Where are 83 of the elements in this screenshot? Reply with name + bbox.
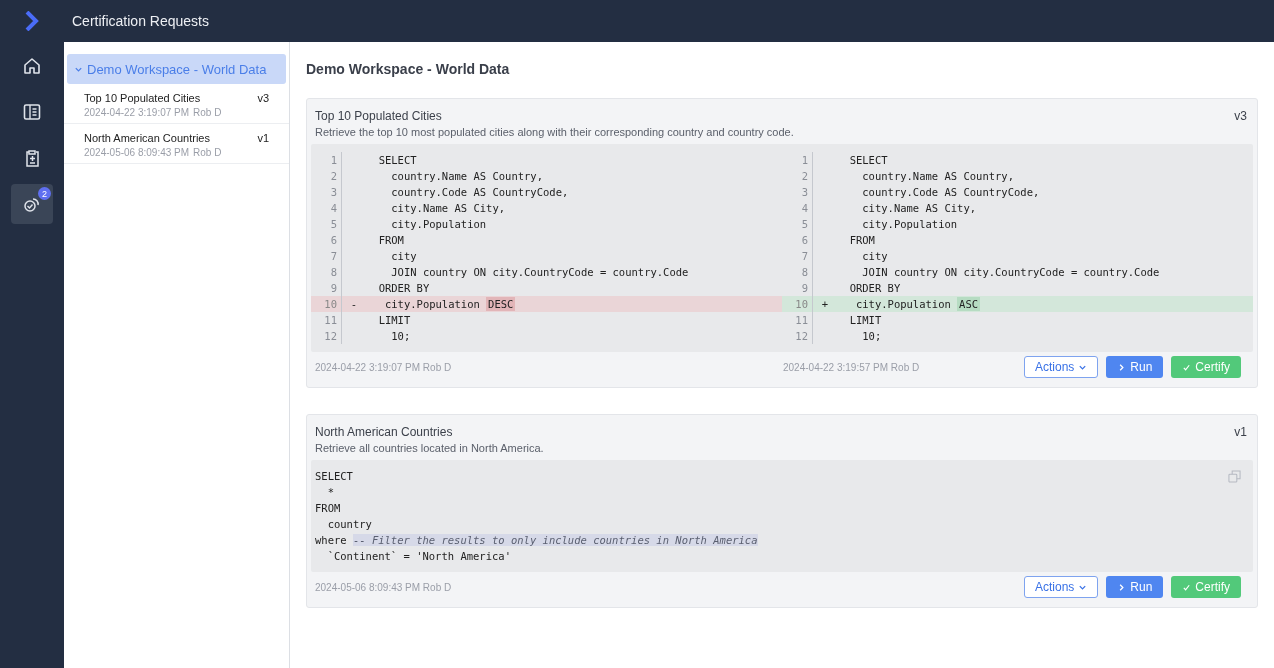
check-icon — [1182, 362, 1192, 372]
code-line: city.Population — [861, 218, 958, 230]
line-number: 5 — [782, 216, 813, 232]
version-label: v1 — [1234, 425, 1247, 439]
line-number: 2 — [311, 168, 342, 184]
page-title: Certification Requests — [72, 13, 209, 29]
book-icon — [22, 102, 42, 122]
request-description: Retrieve all countries located in North America. — [315, 442, 545, 454]
code-line: where -- Filter the results to only include countries in North America — [315, 533, 758, 548]
request-description: Retrieve the top 10 most populated cities along with their corresponding country and country code. — [315, 126, 795, 138]
line-number: 10 — [311, 296, 342, 312]
code-line: SELECT — [377, 154, 417, 166]
check-icon — [1182, 582, 1192, 592]
code-line: JOIN country ON city.CountryCode = country.Code — [390, 266, 689, 278]
code-line: * — [326, 485, 334, 500]
count-badge: 2 — [38, 187, 51, 200]
line-number: 8 — [782, 264, 813, 280]
code-line: JOIN country ON city.CountryCode = country.Code — [861, 266, 1160, 278]
request-title: North American Countries — [315, 425, 453, 439]
line-number: 3 — [782, 184, 813, 200]
home-icon — [22, 56, 42, 76]
line-number: 6 — [311, 232, 342, 248]
line-number: 4 — [782, 200, 813, 216]
code-line: LIMIT — [848, 314, 882, 326]
line-number: 7 — [311, 248, 342, 264]
line-number: 1 — [782, 152, 813, 168]
code-line: FROM — [377, 234, 404, 246]
certify-button[interactable]: Certify — [1171, 576, 1241, 598]
diff-marker: + — [821, 298, 829, 310]
code-line: FROM — [315, 501, 341, 516]
version-timestamp: 2024-04-22 3:19:07 PM Rob D — [315, 361, 453, 373]
code-line: LIMIT — [377, 314, 411, 326]
workspace-title: Demo Workspace - World Data — [306, 61, 511, 77]
line-number: 11 — [311, 312, 342, 328]
code-line: country — [326, 517, 372, 532]
actions-button[interactable]: Actions — [1023, 356, 1099, 378]
line-number: 4 — [311, 200, 342, 216]
code-line: city.Population DESC — [383, 298, 516, 310]
run-button[interactable]: Run — [1106, 356, 1164, 378]
line-number: 12 — [311, 328, 342, 344]
line-number: 5 — [311, 216, 342, 232]
line-number: 7 — [782, 248, 813, 264]
code-line: city.Population ASC — [854, 298, 981, 310]
code-line: 10; — [390, 330, 411, 342]
code-line: country.Code AS CountryCode, — [861, 186, 1040, 198]
version-timestamp: 2024-05-06 8:09:43 PM Rob D — [315, 581, 452, 593]
code-line: city — [861, 250, 888, 262]
actions-button[interactable]: Actions — [1023, 576, 1099, 598]
line-number: 3 — [311, 184, 342, 200]
code-line: SELECT — [315, 469, 353, 484]
line-number: 11 — [782, 312, 813, 328]
code-line: `Continent` = 'North America' — [326, 549, 511, 564]
line-number: 6 — [782, 232, 813, 248]
code-line: city.Name AS City, — [861, 202, 977, 214]
certify-button[interactable]: Certify — [1171, 356, 1241, 378]
request-title: Top 10 Populated Cities — [315, 109, 442, 123]
code-line: ORDER BY — [377, 282, 430, 294]
workspace-item[interactable]: Demo Workspace - World Data — [67, 54, 286, 84]
code-line: 10; — [861, 330, 882, 342]
version-timestamp: 2024-04-22 3:19:57 PM Rob D — [783, 361, 920, 373]
request-item[interactable]: Top 10 Populated Cities v3 2024-04-22 3:19:07 PM Rob D — [64, 84, 289, 124]
chevron-right-icon — [1117, 362, 1127, 372]
request-item[interactable]: North American Countries v1 2024-05-06 8:09:43 PM Rob D — [64, 124, 289, 164]
nav-button[interactable]: 2 — [11, 184, 53, 224]
run-button[interactable]: Run — [1106, 576, 1164, 598]
code-line: city.Name AS City, — [390, 202, 506, 214]
chevron-right-icon — [1117, 582, 1127, 592]
code-line: city.Population — [390, 218, 487, 230]
line-number: 8 — [311, 264, 342, 280]
logo-icon — [25, 11, 39, 31]
code-line: FROM — [848, 234, 875, 246]
code-line: country.Name AS Country, — [390, 170, 543, 182]
code-line: country.Code AS CountryCode, — [390, 186, 569, 198]
code-line: SELECT — [848, 154, 888, 166]
line-number: 2 — [782, 168, 813, 184]
line-number: 10 — [782, 296, 813, 312]
code-line: ORDER BY — [848, 282, 901, 294]
diff-marker: - — [350, 298, 358, 310]
version-label: v3 — [1234, 109, 1247, 123]
code-line: country.Name AS Country, — [861, 170, 1014, 182]
code-line: city — [390, 250, 417, 262]
line-number: 1 — [311, 152, 342, 168]
line-number: 12 — [782, 328, 813, 344]
